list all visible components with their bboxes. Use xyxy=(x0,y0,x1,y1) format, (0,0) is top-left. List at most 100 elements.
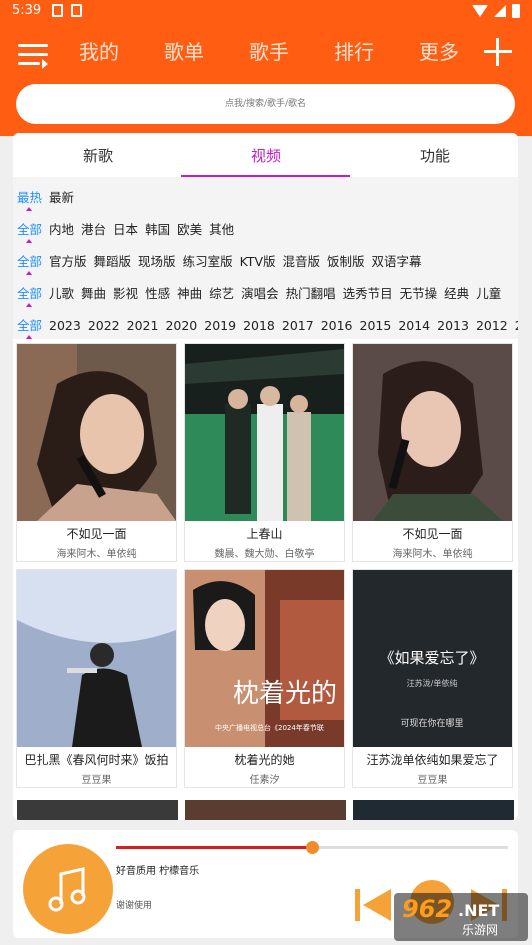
filter-chip[interactable]: 练习室版 xyxy=(183,254,233,269)
video-thumbnail xyxy=(17,570,176,747)
status-bar: 5:39 xyxy=(0,0,532,24)
filter-chip[interactable]: 其他 xyxy=(209,222,234,237)
nav-item-charts[interactable]: 排行 xyxy=(334,36,374,65)
filter-chip[interactable]: 全部 xyxy=(17,251,42,275)
filter-chip[interactable]: 全部 xyxy=(17,219,42,243)
filter-chip[interactable]: 2021 xyxy=(127,318,159,333)
thumb-caption: 中央广播电视总台《2024年春节联 xyxy=(215,723,324,732)
search-input[interactable]: 点我/搜索/歌手/歌名 xyxy=(16,84,515,124)
video-title: 汪苏泷单依纯如果爱忘了 xyxy=(366,753,499,767)
video-card[interactable]: 不如见一面 海来阿木、单依纯 xyxy=(16,343,177,562)
filter-chip[interactable]: 热门翻唱 xyxy=(286,286,336,301)
filter-chip[interactable]: 日本 xyxy=(113,222,138,237)
filter-chip[interactable]: 神曲 xyxy=(177,286,202,301)
filter-chip[interactable]: 2015 xyxy=(360,318,392,333)
progress-bar[interactable] xyxy=(116,841,508,854)
filter-chip[interactable]: 儿童 xyxy=(476,286,501,301)
video-card[interactable]: 《如果爱忘了》 汪苏泷/单依纯 可现在你在哪里 汪苏泷单依纯如果爱忘了 豆豆果 xyxy=(352,569,513,788)
filter-sort-hot[interactable]: 最热 xyxy=(17,187,42,211)
filter-chip[interactable]: 演唱会 xyxy=(241,286,279,301)
video-card[interactable]: 枕着光的 中央广播电视总台《2024年春节联 枕着光的她 任素汐 xyxy=(184,569,345,788)
filter-chip[interactable]: 选秀节目 xyxy=(343,286,393,301)
filter-chip[interactable]: 2018 xyxy=(243,318,275,333)
filter-chip[interactable]: 现场版 xyxy=(138,254,176,269)
tab-functions[interactable]: 功能 xyxy=(420,145,450,166)
music-note-icon xyxy=(48,867,86,912)
thumb-caption: 《如果爱忘了》 xyxy=(379,649,484,667)
filter-sort-new[interactable]: 最新 xyxy=(49,190,74,205)
video-artist: 任素汐 xyxy=(249,775,280,786)
filter-chip[interactable]: 2019 xyxy=(204,318,236,333)
filter-chip[interactable]: 经典 xyxy=(444,286,469,301)
app-header: 我的 歌单 歌手 排行 更多 点我/搜索/歌手/歌名 xyxy=(0,24,532,136)
plus-icon[interactable] xyxy=(484,38,512,66)
video-title: 上春山 xyxy=(246,527,283,541)
video-artist: 豆豆果 xyxy=(417,775,448,786)
tab-bar: 新歌 视频 功能 xyxy=(13,133,518,177)
filter-chip[interactable]: 韩国 xyxy=(145,222,170,237)
filter-chip[interactable]: 舞曲 xyxy=(81,286,106,301)
video-card[interactable]: 上春山 魏晨、魏大勋、白敬亭 xyxy=(184,343,345,562)
video-title: 不如见一面 xyxy=(66,527,127,541)
filter-chip[interactable]: 官方版 xyxy=(49,254,87,269)
thumb-caption: 枕着光的 xyxy=(233,679,337,709)
filter-chip[interactable]: 无节操 xyxy=(400,286,438,301)
watermark-text: 乐游网 xyxy=(462,923,499,937)
player-subtitle: 谢谢使用 xyxy=(116,901,153,911)
content-panel: 新歌 视频 功能 最热 最新 全部 内地 港台 日本 韩国 欧美 其他 全部 官方版 舞蹈版 现场版… xyxy=(13,133,518,820)
filter-chip[interactable]: 2023 xyxy=(49,318,81,333)
filter-chip[interactable]: 双语字幕 xyxy=(372,254,422,269)
video-card[interactable]: 不如见一面 海来阿木、单依纯 xyxy=(352,343,513,562)
filter-chip[interactable]: 内地 xyxy=(49,222,74,237)
watermark-text: 962 xyxy=(402,895,453,923)
previous-icon[interactable] xyxy=(353,885,393,925)
filter-chip[interactable]: 2011 xyxy=(515,318,518,333)
filter-chip[interactable]: 综艺 xyxy=(209,286,234,301)
filter-chip[interactable]: 2013 xyxy=(437,318,469,333)
video-card[interactable]: 巴扎黑《春风何时来》饭拍 豆豆果 xyxy=(16,569,177,788)
video-card-peek[interactable] xyxy=(17,800,178,820)
nav-item-playlists[interactable]: 歌单 xyxy=(164,36,204,65)
filter-area: 最热 最新 全部 内地 港台 日本 韩国 欧美 其他 全部 官方版 舞蹈版 现场版 练习室版 KTV版混… xyxy=(13,177,518,339)
progress-knob[interactable] xyxy=(306,841,319,854)
status-indicators xyxy=(472,4,520,18)
watermark-logo: 962 .NET 乐游网 xyxy=(394,893,528,941)
video-thumbnail: 《如果爱忘了》 汪苏泷/单依纯 可现在你在哪里 xyxy=(353,570,512,747)
filter-chip[interactable]: 影视 xyxy=(113,286,138,301)
filter-chip[interactable]: 性感 xyxy=(145,286,170,301)
filter-chip[interactable]: 2022 xyxy=(88,318,120,333)
filter-chip[interactable]: 混音版 xyxy=(283,254,321,269)
nav-item-more[interactable]: 更多 xyxy=(419,36,459,65)
filter-chip[interactable]: 2016 xyxy=(321,318,353,333)
filter-chip[interactable]: 港台 xyxy=(81,222,106,237)
nav-item-singers[interactable]: 歌手 xyxy=(249,36,289,65)
video-title: 不如见一面 xyxy=(402,527,463,541)
filter-row-version: 全部 官方版 舞蹈版 现场版 练习室版 KTV版 混音版 饭制版 双语字幕 xyxy=(17,251,429,277)
filter-chip[interactable]: 欧美 xyxy=(177,222,202,237)
video-artist: 海来阿木、单依纯 xyxy=(56,549,137,560)
video-artist: 豆豆果 xyxy=(81,775,112,786)
status-time: 5:39 xyxy=(12,3,42,18)
filter-chip[interactable]: 全部 xyxy=(17,315,42,339)
tab-videos[interactable]: 视频 xyxy=(251,145,281,166)
album-disc[interactable] xyxy=(23,844,113,934)
video-artist: 海来阿木、单依纯 xyxy=(392,549,473,560)
filter-chip[interactable]: 2012 xyxy=(476,318,508,333)
player-title: 好音质用 柠檬音乐 xyxy=(116,866,200,877)
filter-chip[interactable]: 2020 xyxy=(165,318,197,333)
thumb-caption: 可现在你在哪里 xyxy=(400,717,463,729)
filter-chip[interactable]: 饭制版 xyxy=(327,254,365,269)
filter-chip[interactable]: KTV版 xyxy=(240,254,276,269)
watermark-text: .NET xyxy=(458,901,500,920)
video-card-peek[interactable] xyxy=(353,800,514,820)
nav-item-mine[interactable]: 我的 xyxy=(79,36,119,65)
filter-chip[interactable]: 2017 xyxy=(282,318,314,333)
tab-new-songs[interactable]: 新歌 xyxy=(83,145,113,166)
download-icon xyxy=(52,4,63,17)
filter-chip[interactable]: 全部 xyxy=(17,283,42,307)
video-card-peek[interactable] xyxy=(185,800,346,820)
filter-chip[interactable]: 2014 xyxy=(398,318,430,333)
video-thumbnail: 枕着光的 中央广播电视总台《2024年春节联 xyxy=(185,570,344,747)
filter-chip[interactable]: 舞蹈版 xyxy=(94,254,132,269)
filter-chip[interactable]: 儿歌 xyxy=(49,286,74,301)
